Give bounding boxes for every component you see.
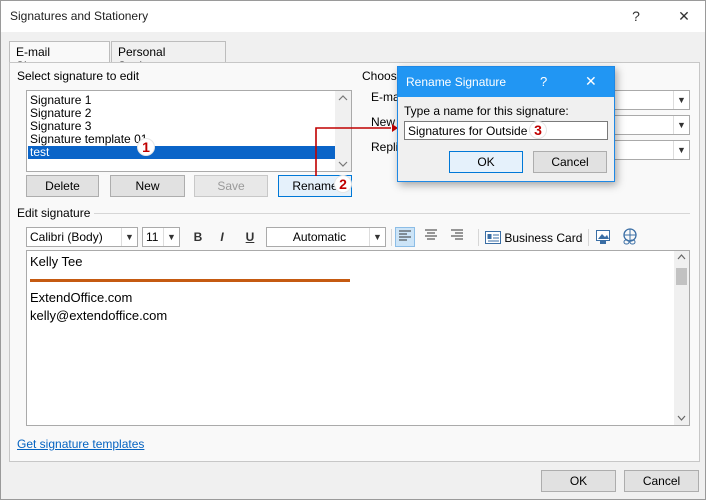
rename-dialog-title-bar: Rename Signature ? ✕ [398,67,614,97]
rename-close-button[interactable]: ✕ [585,73,597,90]
rename-ok-button[interactable]: OK [449,151,523,173]
rename-cancel-button[interactable]: Cancel [533,151,607,173]
rename-help-button[interactable]: ? [540,74,547,89]
rename-signature-dialog: Rename Signature ? ✕ Type a name for thi… [397,66,615,182]
step-2-badge: 2 [334,175,352,193]
signature-name-input[interactable] [404,121,608,140]
step-3-badge: 3 [529,121,547,139]
rename-dialog-title: Rename Signature [406,75,507,89]
rename-prompt: Type a name for this signature: [404,104,569,118]
step-1-badge: 1 [137,138,155,156]
